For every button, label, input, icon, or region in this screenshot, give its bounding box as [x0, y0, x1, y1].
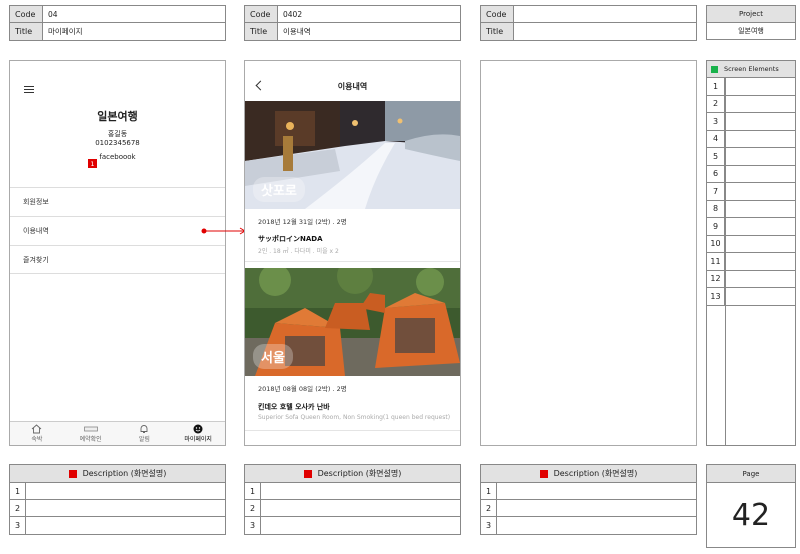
- usage-history-screen: 이용내역 삿포로 2018년 12월 31일 (2박) . 2명 サッポロインN…: [244, 60, 461, 446]
- card-photo-seoul[interactable]: 서울: [245, 268, 460, 376]
- header-table-3: Code Title: [480, 5, 697, 41]
- title-value: 마이페이지: [48, 27, 83, 36]
- code-value: 0402: [283, 9, 303, 19]
- tab-reservation[interactable]: 예약확인: [64, 422, 118, 445]
- red-square-icon: [303, 469, 312, 478]
- hamburger-menu-icon[interactable]: [24, 86, 34, 93]
- flow-arrow: [201, 227, 246, 235]
- screen-title: 이용내역: [337, 82, 368, 91]
- description-number: 1: [245, 483, 261, 499]
- description-table-3: Description (화면설명) 1 2 3: [480, 464, 697, 535]
- description-number: 3: [245, 517, 261, 534]
- code-label: Code: [481, 6, 514, 22]
- title-label: Title: [10, 23, 43, 40]
- description-number: 1: [481, 483, 497, 499]
- description-number: 1: [10, 483, 26, 499]
- page-box: Page 42: [706, 464, 796, 548]
- tab-reservation-label: 예약확인: [79, 436, 102, 443]
- menu-item-favorites[interactable]: 즐겨찾기: [10, 245, 225, 274]
- facebook-account: faceboook: [99, 153, 136, 161]
- red-square-icon: [539, 469, 548, 478]
- city-label: 서울: [253, 344, 293, 369]
- screen-elements-header: Screen Elements: [707, 61, 795, 78]
- menu-item-member-info[interactable]: 회원정보: [10, 187, 225, 216]
- page-number: 42: [731, 497, 771, 533]
- element-number: 10: [707, 235, 725, 252]
- column-divider: [725, 78, 726, 445]
- description-title: Description (화면설명): [553, 469, 638, 478]
- page-label: Page: [707, 465, 795, 483]
- element-number: 5: [707, 148, 725, 165]
- description-title: Description (화면설명): [82, 469, 167, 478]
- screen-elements-body: 1 2 3 4 5 6 7 8 9 10 11 12 13: [707, 78, 795, 445]
- city-label: 삿포로: [253, 177, 305, 202]
- tab-notifications-label: 알림: [138, 436, 150, 443]
- element-number: 3: [707, 113, 725, 130]
- description-number: 2: [481, 500, 497, 516]
- code-label: Code: [245, 6, 278, 22]
- project-value: 일본여행: [738, 27, 764, 35]
- description-number: 2: [245, 500, 261, 516]
- card-photo-sapporo[interactable]: 삿포로: [245, 101, 460, 209]
- code-label: Code: [10, 6, 43, 22]
- element-number: 2: [707, 95, 725, 112]
- element-number: 8: [707, 200, 725, 217]
- empty-screen: [480, 60, 697, 446]
- annotation-marker: 1: [88, 159, 97, 168]
- description-table-2: Description (화면설명) 1 2 3: [244, 464, 461, 535]
- title-value: 이용내역: [283, 27, 311, 36]
- description-number: 2: [10, 500, 26, 516]
- mypage-screen: 일본여행 홍길동 0102345678 faceboook 1 회원정보 이용내…: [9, 60, 226, 446]
- card-date: 2018년 12월 31일 (2박) . 2명: [258, 218, 347, 226]
- project-box: Project 일본여행: [706, 5, 796, 40]
- bell-icon: [139, 424, 149, 434]
- title-label: Title: [481, 23, 514, 40]
- red-square-icon: [68, 469, 77, 478]
- header-table-1: Code 04 Title 마이페이지: [9, 5, 226, 41]
- bottom-tab-bar: 숙박 예약확인 알림 마이페이지: [10, 421, 225, 445]
- code-value: 04: [48, 9, 58, 19]
- tab-mypage[interactable]: 마이페이지: [171, 422, 225, 445]
- element-number: 12: [707, 270, 725, 287]
- project-label: Project: [707, 6, 795, 23]
- description-number: 3: [10, 517, 26, 534]
- description-table-1: Description (화면설명) 1 2 3: [9, 464, 226, 535]
- tab-lodging-label: 숙박: [31, 436, 43, 443]
- element-number: 6: [707, 165, 725, 182]
- element-number: 9: [707, 218, 725, 235]
- user-phone: 0102345678: [95, 139, 140, 147]
- tab-notifications[interactable]: 알림: [118, 422, 172, 445]
- screen-elements-panel: Screen Elements 1 2 3 4 5 6 7 8 9 10 11 …: [706, 60, 796, 446]
- ticket-icon: [83, 424, 98, 434]
- element-number: 7: [707, 183, 725, 200]
- app-title: 일본여행: [97, 110, 138, 123]
- card-divider: [245, 430, 460, 431]
- card-divider: [245, 261, 460, 262]
- green-square-icon: [711, 65, 718, 73]
- card-room-desc: Superior Sofa Queen Room, Non Smoking(1 …: [258, 414, 451, 421]
- home-icon: [31, 424, 42, 434]
- user-name: 홍길동: [107, 130, 128, 138]
- tab-mypage-label: 마이페이지: [184, 436, 212, 443]
- description-title: Description (화면설명): [317, 469, 402, 478]
- screen-elements-title: Screen Elements: [724, 65, 779, 73]
- element-number: 4: [707, 130, 725, 147]
- element-number: 1: [707, 78, 725, 95]
- title-value: [514, 23, 696, 40]
- card-date: 2018년 08월 08일 (2박) . 2명: [258, 385, 347, 393]
- card-hotel-name: サッポロインNADA: [258, 235, 323, 243]
- menu-item-usage-history[interactable]: 이용내역: [10, 216, 225, 245]
- description-number: 3: [481, 517, 497, 534]
- tab-lodging[interactable]: 숙박: [10, 422, 64, 445]
- element-number: 13: [707, 288, 725, 305]
- title-label: Title: [245, 23, 278, 40]
- smiley-icon: [193, 424, 203, 434]
- code-value: [514, 6, 696, 22]
- card-hotel-name: 킨데오 호텔 오사카 난바: [258, 403, 330, 411]
- header-table-2: Code 0402 Title 이용내역: [244, 5, 461, 41]
- element-number: 11: [707, 253, 725, 270]
- card-room-desc: 2인 . 18 ㎡ . 다다미 . 미을 x 2: [258, 248, 339, 255]
